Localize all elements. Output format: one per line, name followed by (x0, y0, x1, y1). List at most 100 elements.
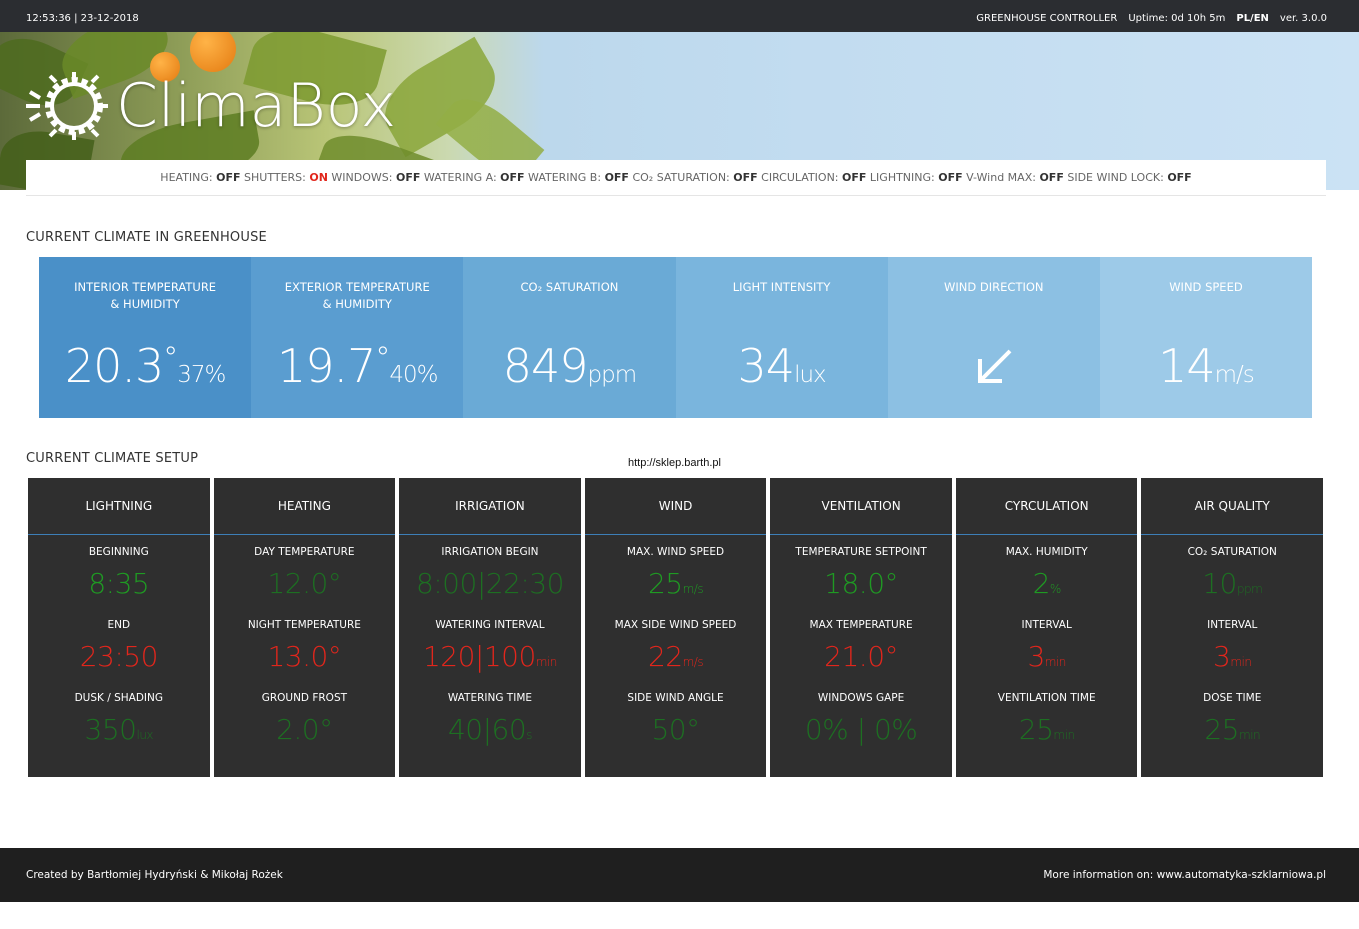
setup-row-value: 23:50 (28, 633, 210, 681)
setup-row-label: WATERING INTERVAL (435, 619, 545, 631)
setup-value-unit: min (1044, 655, 1067, 669)
setup-value-number: 120|100 (422, 640, 536, 673)
setup-row-label: WINDOWS GAPE (817, 692, 905, 704)
setup-panel: IRRIGATION IRRIGATION BEGIN 8:00|22:30 WATE… (399, 478, 581, 777)
setup-row-label: TEMPERATURE SETPOINT (795, 546, 927, 558)
top-bar-info: GREENHOUSE CONTROLLER Uptime: 0d 10h 5m … (976, 13, 1327, 24)
setup-value-unit: ppm (1236, 582, 1263, 596)
status-value: OFF (1039, 171, 1064, 184)
climate-tile-value (888, 339, 1100, 400)
gear-icon (26, 72, 108, 140)
setup-row-value: 2.0° (214, 706, 396, 754)
setup-row-label: MAX SIDE WIND SPEED (614, 619, 737, 631)
setup-row-value: 0% | 0% (770, 706, 952, 754)
language-switch[interactable]: PL/EN (1236, 13, 1269, 24)
setup-row-label: DAY TEMPERATURE (254, 546, 355, 558)
setup-row-label: INTERVAL (1207, 619, 1258, 631)
setup-row-label: BEGINNING (88, 546, 149, 558)
setup-panel: HEATING DAY TEMPERATURE 12.0° NIGHT TEMPERA… (213, 478, 396, 777)
climate-tile-label-line: WIND DIRECTION (944, 280, 1044, 294)
status-label: HEATING: (160, 171, 213, 184)
setup-value-number: 40|60 (447, 713, 527, 746)
setup-value-number: 21.0° (824, 640, 899, 673)
setup-row-value: 120|100min (399, 633, 581, 681)
setup-value-number: 8:35 (88, 567, 150, 600)
setup-value-number: 2 (1032, 567, 1051, 600)
climate-tile-value: 19.7°40% (251, 339, 463, 393)
status-label: CIRCULATION: (761, 171, 839, 184)
climate-tile-value: 14m/s (1100, 339, 1312, 393)
clock: 12:53:36 | 23-12-2018 (26, 13, 139, 24)
setup-row-label: GROUND FROST (261, 692, 348, 704)
status-label: SHUTTERS: (244, 171, 306, 184)
controller-label: GREENHOUSE CONTROLLER (976, 13, 1118, 24)
watermark: http://sklep.barth.pl (628, 457, 721, 469)
setup-row-value: 10ppm (1141, 560, 1323, 608)
setup-panel-title: HEATING (213, 478, 396, 535)
status-item: SIDE WIND LOCK: OFF (1067, 171, 1191, 184)
climate-tile-label: WIND DIRECTION (888, 279, 1100, 296)
logo-text: ClimaBox (116, 71, 397, 141)
setup-value-unit: min (1053, 728, 1075, 742)
current-climate-tiles: INTERIOR TEMPERATURE & HUMIDITY 20.3°37% EX… (39, 257, 1313, 418)
status-value: ON (309, 171, 328, 184)
setup-value-number: 25 (647, 567, 683, 600)
status-item: WATERING B: OFF (528, 171, 632, 184)
setup-value-number: 2.0° (276, 713, 333, 746)
setup-value-unit: m/s (682, 582, 704, 596)
status-value: OFF (216, 171, 241, 184)
status-item: CIRCULATION: OFF (761, 171, 870, 184)
setup-section-title: CURRENT CLIMATE SETUP (26, 451, 199, 466)
status-label: LIGHTNING: (869, 171, 935, 184)
climate-value-number: 34 (737, 339, 796, 393)
climate-tile: INTERIOR TEMPERATURE & HUMIDITY 20.3°37% (39, 257, 252, 418)
status-item: WINDOWS: OFF (331, 171, 423, 184)
setup-row-value: 2% (956, 560, 1138, 608)
status-label: WINDOWS: (331, 171, 393, 184)
climate-tile-label-line: & HUMIDITY (322, 297, 392, 311)
setup-panel-title: IRRIGATION (399, 478, 581, 535)
setup-row-label: MAX TEMPERATURE (809, 619, 913, 631)
climate-tile-value: 20.3°37% (39, 339, 251, 393)
climate-tile: CO₂ SATURATION 849ppm (463, 257, 676, 418)
climate-tile-value: 849ppm (463, 339, 675, 393)
setup-row-value: 40|60s (399, 706, 581, 754)
climate-section-title: CURRENT CLIMATE IN GREENHOUSE (26, 230, 267, 245)
footer-credits: Created by Bartłomiej Hydryński & Mikoła… (26, 869, 283, 881)
climate-value-degree: ° (375, 341, 390, 376)
status-value: OFF (395, 171, 421, 184)
climate-tile: WIND DIRECTION (887, 257, 1100, 418)
setup-row-value: 13.0° (214, 633, 396, 681)
setup-panel: WIND MAX. WIND SPEED 25m/s MAX SIDE WIND SP… (584, 478, 767, 777)
setup-row-label: END (107, 619, 131, 631)
setup-value-number: 23:50 (79, 640, 159, 673)
setup-row-label: MAX. HUMIDITY (1005, 546, 1088, 558)
climate-setup-panels: LIGHTNING BEGINNING 8:35 END 23:50 DUSK / SHA… (28, 478, 1324, 777)
setup-value-number: 8:00|22:30 (415, 567, 565, 600)
status-value: OFF (500, 171, 525, 184)
climate-tile-label-line: & HUMIDITY (110, 297, 180, 311)
setup-value-unit: min (1230, 655, 1252, 669)
setup-row-value: 3min (956, 633, 1138, 681)
setup-value-number: 22 (647, 640, 683, 673)
top-bar: 12:53:36 | 23-12-2018 GREENHOUSE CONTROL… (0, 0, 1359, 32)
setup-row-label: IRRIGATION BEGIN (441, 546, 539, 558)
status-value: OFF (938, 171, 963, 184)
setup-panel-title: CYRCULATION (955, 478, 1138, 535)
climate-tile-label: INTERIOR TEMPERATURE & HUMIDITY (39, 279, 251, 313)
climate-tile-label: WIND SPEED (1100, 279, 1312, 296)
setup-row-label: MAX. WIND SPEED (626, 546, 725, 558)
setup-row-value: 25min (956, 706, 1138, 754)
setup-row-value: 22m/s (585, 633, 767, 681)
setup-value-number: 3 (1027, 640, 1045, 673)
footer-more-info-link[interactable]: More information on: www.automatyka-szkl… (1043, 869, 1326, 881)
climate-value-unit: m/s (1214, 362, 1255, 388)
climate-tile: WIND SPEED 14m/s (1099, 257, 1313, 418)
setup-panel-title: AIR QUALITY (1141, 478, 1324, 535)
setup-row-value: 8:35 (28, 560, 210, 608)
setup-panel-title: LIGHTNING (28, 478, 210, 535)
setup-panel: CYRCULATION MAX. HUMIDITY 2% INTERVAL 3min VE… (955, 478, 1138, 777)
setup-row-value: 8:00|22:30 (399, 560, 581, 608)
arrow-down-left-icon (977, 349, 1012, 383)
setup-row-value: 18.0° (770, 560, 952, 608)
